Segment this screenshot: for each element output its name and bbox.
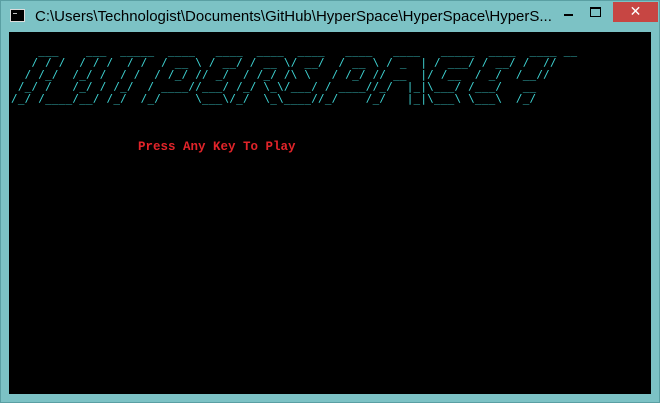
ascii-art-logo: ___ ___ _____ ____ ____ ____ ____ ____ _…: [11, 44, 578, 105]
minimize-button[interactable]: [555, 2, 582, 22]
close-icon: ✕: [629, 4, 642, 20]
minimize-icon: [564, 14, 573, 16]
close-button[interactable]: ✕: [613, 2, 658, 22]
maximize-button[interactable]: [582, 2, 609, 22]
maximize-icon: [590, 7, 601, 17]
window-title: C:\Users\Technologist\Documents\GitHub\H…: [35, 8, 551, 25]
title-bar[interactable]: C:\Users\Technologist\Documents\GitHub\H…: [1, 1, 659, 32]
press-any-key-prompt: Press Any Key To Play: [138, 140, 296, 154]
console-app-icon[interactable]: [10, 9, 25, 22]
console-output[interactable]: ___ ___ _____ ____ ____ ____ ____ ____ _…: [9, 32, 651, 394]
console-window: C:\Users\Technologist\Documents\GitHub\H…: [0, 0, 660, 403]
